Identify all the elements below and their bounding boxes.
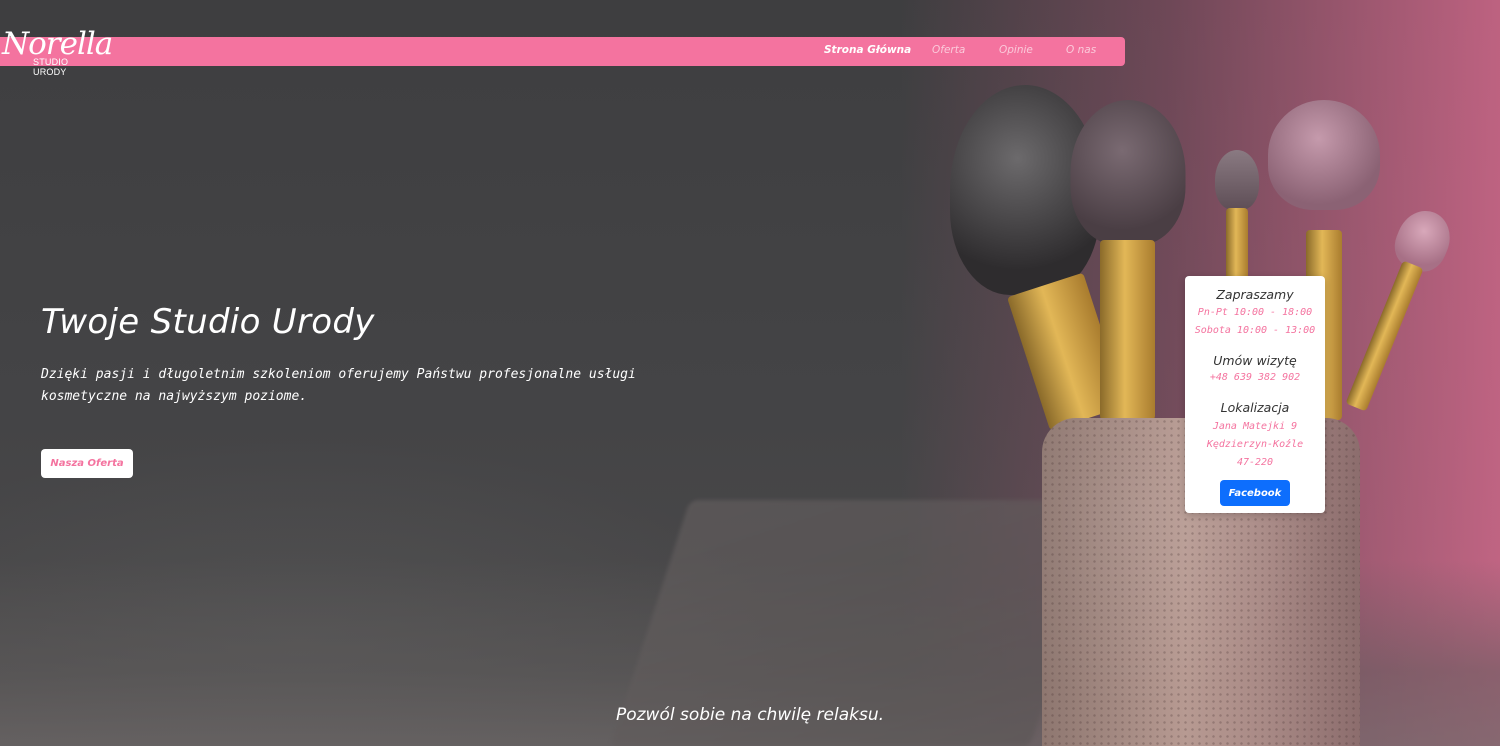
makeup-brush-medium bbox=[1070, 100, 1185, 420]
nav-link-about[interactable]: O nas bbox=[1066, 44, 1096, 56]
info-card: Zapraszamy Pn-Pt 10:00 - 18:00 Sobota 10… bbox=[1185, 276, 1325, 513]
logo-subtitle: STUDIO URODY bbox=[33, 57, 69, 77]
hero-title: Twoje Studio Urody bbox=[41, 302, 375, 342]
hero-tagline: Pozwól sobie na chwilę relaksu. bbox=[615, 705, 885, 725]
logo[interactable]: Norella STUDIO URODY bbox=[2, 28, 113, 77]
hours-weekdays: Pn-Pt 10:00 - 18:00 bbox=[1197, 307, 1313, 318]
nav-link-reviews[interactable]: Opinie bbox=[999, 44, 1033, 56]
facebook-button[interactable]: Facebook bbox=[1220, 480, 1290, 506]
nav-link-offer[interactable]: Oferta bbox=[932, 44, 965, 56]
opening-hours-heading: Zapraszamy bbox=[1216, 287, 1294, 302]
address-street: Jana Matejki 9 bbox=[1212, 421, 1298, 432]
hours-saturday: Sobota 10:00 - 13:00 bbox=[1194, 325, 1316, 336]
logo-script-text: Norella bbox=[2, 26, 113, 62]
address-postal-code: 47-220 bbox=[1236, 457, 1274, 468]
nav-link-home[interactable]: Strona Główna bbox=[824, 44, 911, 56]
hero-description: Dzięki pasji i długoletnim szkoleniom of… bbox=[41, 367, 636, 404]
our-offer-button[interactable]: Nasza Oferta bbox=[41, 449, 133, 478]
address-city: Kędzierzyn-Koźle bbox=[1206, 439, 1304, 450]
location-heading: Lokalizacja bbox=[1220, 400, 1290, 415]
appointment-heading: Umów wizytę bbox=[1213, 353, 1297, 368]
phone-number[interactable]: +48 639 382 902 bbox=[1185, 372, 1325, 383]
